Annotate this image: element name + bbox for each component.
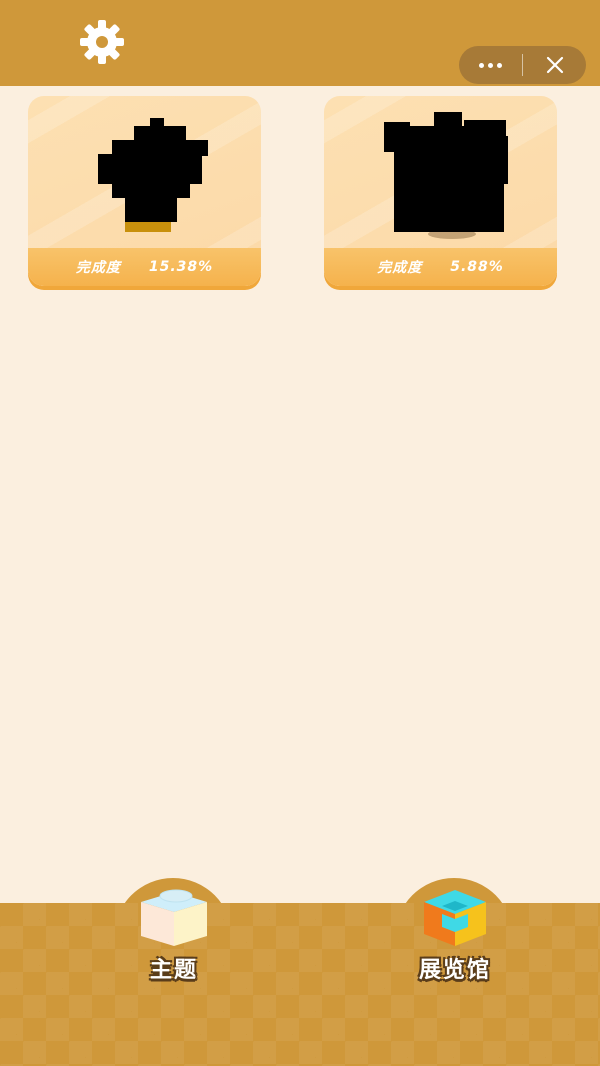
close-button[interactable] — [523, 46, 586, 84]
tab-gallery[interactable]: 展览馆 — [390, 888, 520, 988]
close-icon — [546, 56, 563, 74]
mini-program-capsule — [459, 46, 586, 84]
progress-label: 完成度 — [377, 260, 423, 276]
progress-value: 15.38% — [148, 259, 214, 275]
progress-value: 5.88% — [450, 259, 504, 275]
more-menu-button[interactable] — [459, 46, 522, 84]
more-dots-icon — [479, 62, 502, 68]
tab-theme[interactable]: 主题 — [109, 888, 239, 988]
gear-icon — [80, 20, 124, 64]
top-bar — [0, 0, 600, 86]
card-progress-footer: 完成度 5.88% — [324, 248, 557, 286]
tab-theme-label: 主题 — [149, 958, 198, 983]
card-progress-footer: 完成度 15.38% — [28, 248, 261, 286]
silhouette-vase-thumbnail — [98, 118, 208, 232]
cube-icon — [424, 890, 486, 946]
progress-label: 完成度 — [75, 260, 121, 276]
level-card-2[interactable]: 完成度 5.88% — [324, 96, 557, 286]
settings-button[interactable] — [76, 16, 128, 68]
tab-gallery-label: 展览馆 — [418, 958, 491, 983]
level-card-1[interactable]: 完成度 15.38% — [28, 96, 261, 286]
block-icon — [141, 889, 207, 946]
silhouette-house-thumbnail — [384, 112, 508, 239]
